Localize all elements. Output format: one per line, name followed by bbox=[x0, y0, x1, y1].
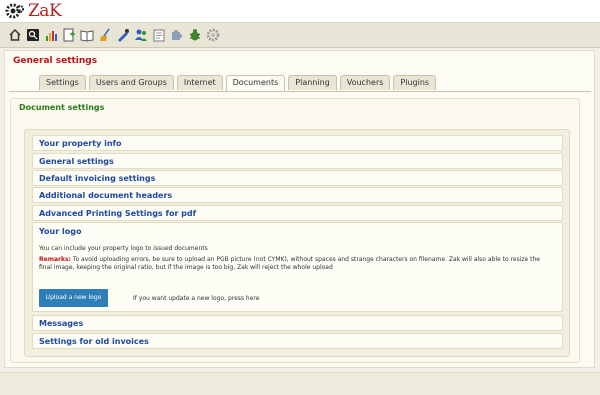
logo-description: You can include your property logo to is… bbox=[39, 245, 208, 252]
section-old-invoices[interactable]: Settings for old invoices bbox=[32, 333, 563, 349]
logo-text: ZaK bbox=[28, 1, 62, 21]
document-settings-title: Document settings bbox=[19, 103, 105, 112]
section-default-invoicing[interactable]: Default invoicing settings bbox=[32, 170, 563, 186]
app-logo[interactable]: ZaK bbox=[4, 1, 62, 21]
general-settings-panel: General settings Settings Users and Grou… bbox=[4, 50, 595, 368]
puzzle-icon[interactable] bbox=[170, 28, 184, 42]
add-document-icon[interactable] bbox=[62, 28, 76, 42]
document-settings-accordion: Your property info General settings Defa… bbox=[24, 129, 570, 357]
section-messages[interactable]: Messages bbox=[32, 315, 563, 331]
document-settings-panel: Document settings Your property info Gen… bbox=[10, 98, 580, 363]
remarks-text: To avoid uploading errors, be sure to up… bbox=[39, 256, 540, 271]
book-icon[interactable] bbox=[80, 28, 94, 42]
users-icon[interactable] bbox=[134, 28, 148, 42]
section-general-settings[interactable]: General settings bbox=[32, 153, 563, 169]
section-your-logo-header[interactable]: Your logo bbox=[39, 227, 81, 236]
section-advanced-pdf[interactable]: Advanced Printing Settings for pdf bbox=[32, 205, 563, 221]
tab-settings[interactable]: Settings bbox=[39, 75, 86, 90]
tab-vouchers[interactable]: Vouchers bbox=[339, 75, 391, 90]
user-edit-icon[interactable] bbox=[116, 28, 130, 42]
main-toolbar bbox=[0, 22, 600, 48]
bug-icon[interactable] bbox=[188, 28, 202, 42]
upload-logo-button[interactable]: Upload a new logo bbox=[39, 289, 108, 307]
upload-hint: If you want update a new logo, press her… bbox=[133, 295, 260, 302]
tab-users-and-groups[interactable]: Users and Groups bbox=[88, 75, 174, 90]
gear-icon[interactable] bbox=[206, 28, 220, 42]
tab-plugins[interactable]: Plugins bbox=[393, 75, 437, 90]
logo-gear-icon bbox=[5, 3, 24, 19]
remarks-label: Remarks: bbox=[39, 256, 71, 263]
home-icon[interactable] bbox=[8, 28, 22, 42]
bar-chart-icon[interactable] bbox=[44, 28, 58, 42]
section-property-info[interactable]: Your property info bbox=[32, 135, 563, 151]
settings-tabs: Settings Users and Groups Internet Docum… bbox=[39, 75, 437, 91]
page-title: General settings bbox=[13, 56, 98, 66]
section-additional-headers[interactable]: Additional document headers bbox=[32, 187, 563, 203]
search-icon[interactable] bbox=[26, 28, 40, 42]
tab-documents[interactable]: Documents bbox=[225, 75, 286, 91]
tab-internet[interactable]: Internet bbox=[176, 75, 223, 90]
logo-remarks: Remarks: To avoid uploading errors, be s… bbox=[39, 256, 554, 272]
section-your-logo: Your logo You can include your property … bbox=[32, 222, 563, 312]
app-header: ZaK bbox=[0, 0, 600, 22]
broom-icon[interactable] bbox=[98, 28, 112, 42]
tab-planning[interactable]: Planning bbox=[288, 75, 337, 90]
note-icon[interactable] bbox=[152, 28, 166, 42]
page-footer bbox=[0, 372, 600, 395]
tab-divider bbox=[9, 91, 591, 92]
